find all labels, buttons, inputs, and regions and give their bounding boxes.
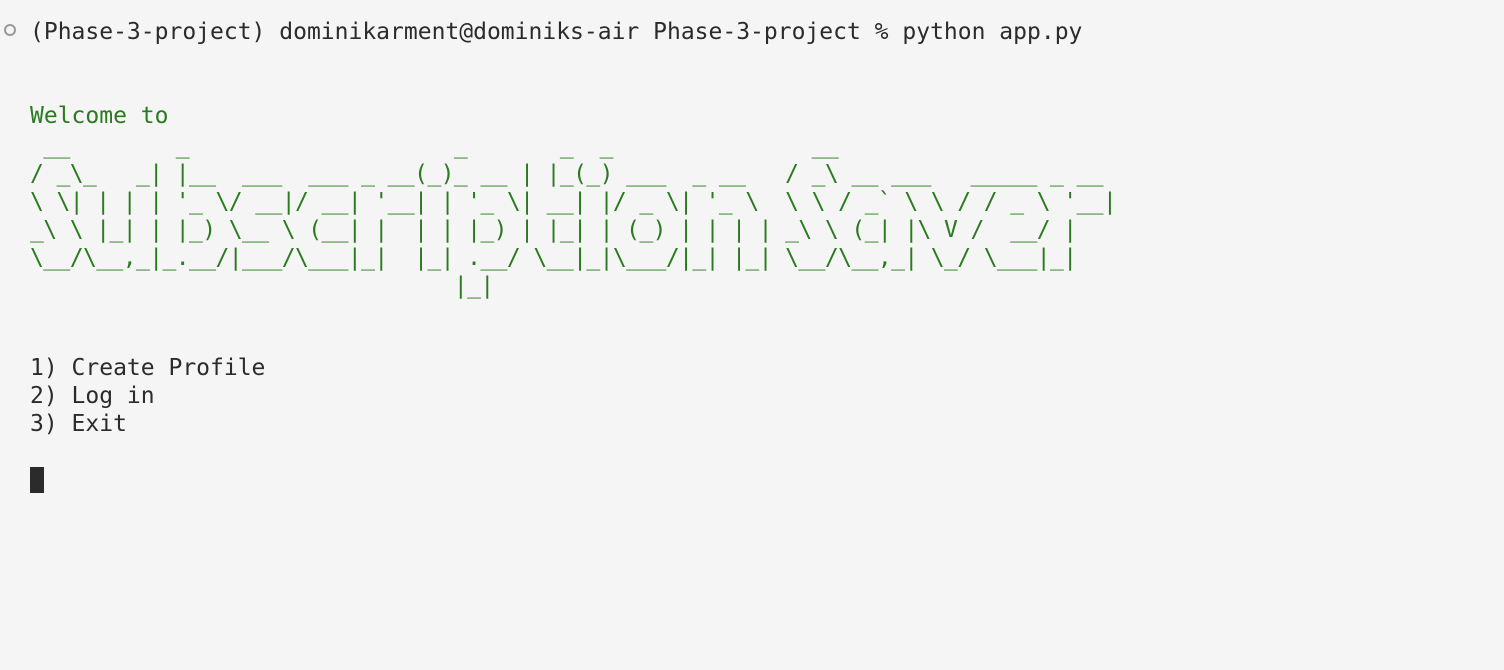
menu-item-create-profile: 1) Create Profile xyxy=(30,355,266,381)
menu-item-log-in: 2) Log in xyxy=(30,383,155,409)
welcome-text: Welcome to xyxy=(30,103,169,129)
menu-list: 1) Create Profile 2) Log in 3) Exit xyxy=(30,354,265,438)
menu-item-exit: 3) Exit xyxy=(30,411,127,437)
ascii-banner: __ _ _ _ _ __ / _\_ _| |__ ___ ___ _ __(… xyxy=(30,133,1117,299)
prompt-marker-icon xyxy=(4,24,16,36)
text-cursor[interactable] xyxy=(30,467,44,493)
terminal-window[interactable]: (Phase-3-project) dominikarment@dominiks… xyxy=(0,0,1504,670)
command-line: (Phase-3-project) dominikarment@dominiks… xyxy=(30,19,1083,45)
